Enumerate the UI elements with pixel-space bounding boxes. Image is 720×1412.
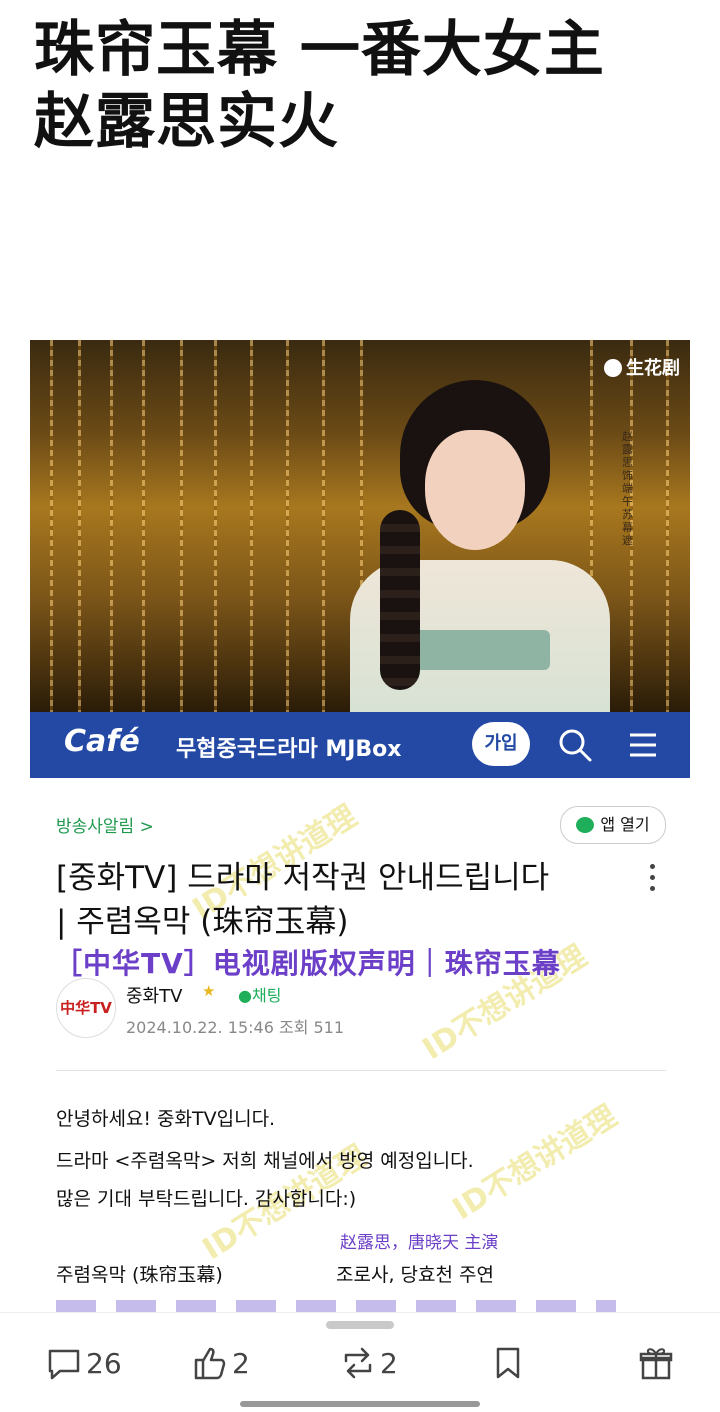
open-app-button[interactable]: 앱 열기	[560, 806, 666, 844]
chinese-annotation: ［中华TV］电视剧版权声明｜珠帘玉幕	[54, 947, 561, 980]
like-count: 2	[232, 1346, 250, 1380]
gift-button[interactable]	[636, 1343, 678, 1383]
bottom-action-bar: 26 2 2	[0, 1312, 720, 1412]
repost-button[interactable]: 2	[338, 1343, 398, 1383]
post-title-line-2: | 주렴옥막 (珠帘玉幕)	[56, 904, 349, 940]
chat-icon: ●	[238, 986, 252, 1005]
divider	[56, 1070, 666, 1071]
body-line: 많은 기대 부탁드립니다. 감사합니다:)	[56, 1188, 357, 1210]
drama-title: 주렴옥막 (珠帘玉幕)	[56, 1264, 223, 1286]
drama-cast: 조로사, 당효천 주연	[336, 1264, 494, 1286]
post-meta: 2024.10.22. 15:46 조회 511	[126, 1018, 345, 1037]
repost-count: 2	[380, 1346, 398, 1380]
headline-line-2: 赵露思实火	[34, 87, 339, 157]
cafe-app-icon	[576, 817, 595, 833]
avatar[interactable]: 中华TV	[56, 978, 116, 1038]
search-icon[interactable]	[556, 726, 594, 764]
cafe-header-bar: Café 무협중국드라마 MJBox 가입	[30, 712, 690, 778]
body-line: 안녕하세요! 중화TV입니다.	[56, 1108, 276, 1130]
join-button[interactable]: 가입	[472, 722, 530, 766]
vertical-caption: 赵露思 饰 端午 苏幕遮	[622, 430, 633, 547]
menu-icon[interactable]	[626, 728, 660, 762]
cafe-logo[interactable]: Café	[64, 724, 140, 759]
author-name[interactable]: 중화TV	[126, 982, 182, 1008]
board-link[interactable]: 방송사알림 >	[56, 812, 154, 837]
broadcaster-logo: 生花剧	[604, 354, 680, 380]
bookmark-icon	[496, 1347, 520, 1379]
drag-handle[interactable]	[326, 1321, 394, 1329]
like-button[interactable]: 2	[190, 1343, 250, 1383]
post-title-line-1: [중화TV] 드라마 저작권 안내드립니다	[56, 860, 550, 896]
comment-button[interactable]: 26	[44, 1343, 122, 1383]
drama-still-image[interactable]: 生花剧 赵露思 饰 端午 苏幕遮	[30, 340, 690, 712]
cafe-post: ID不想讲道理 ID不想讲道理 ID不想讲道理 ID不想讲道理 방송사알림 > …	[30, 778, 690, 1318]
more-options-icon[interactable]	[650, 864, 658, 897]
comment-icon	[48, 1349, 80, 1380]
article-headline: 珠帘玉幕 一番大女主 赵露思实火	[34, 14, 694, 158]
gift-icon	[639, 1348, 673, 1380]
headline-line-1: 珠帘玉幕 一番大女主	[34, 15, 605, 85]
home-indicator	[240, 1401, 480, 1407]
chat-link[interactable]: ●채팅	[238, 982, 281, 1006]
cast-annotation: 赵露思，唐晓天 主演	[340, 1233, 499, 1253]
thumbs-up-icon	[194, 1347, 226, 1380]
comment-count: 26	[86, 1346, 122, 1380]
body-line: 드라마 <주렴옥막> 저희 채널에서 방영 예정입니다.	[56, 1150, 474, 1172]
cafe-name[interactable]: 무협중국드라마 MJBox	[176, 731, 402, 763]
repost-icon	[344, 1347, 372, 1379]
star-icon: ★	[202, 982, 216, 1000]
post-title: [중화TV] 드라마 저작권 안내드립니다 | 주렴옥막 (珠帘玉幕)	[56, 856, 616, 944]
bookmark-button[interactable]	[488, 1343, 530, 1383]
cut-off-text	[56, 1300, 616, 1312]
actress-figure	[330, 360, 630, 712]
